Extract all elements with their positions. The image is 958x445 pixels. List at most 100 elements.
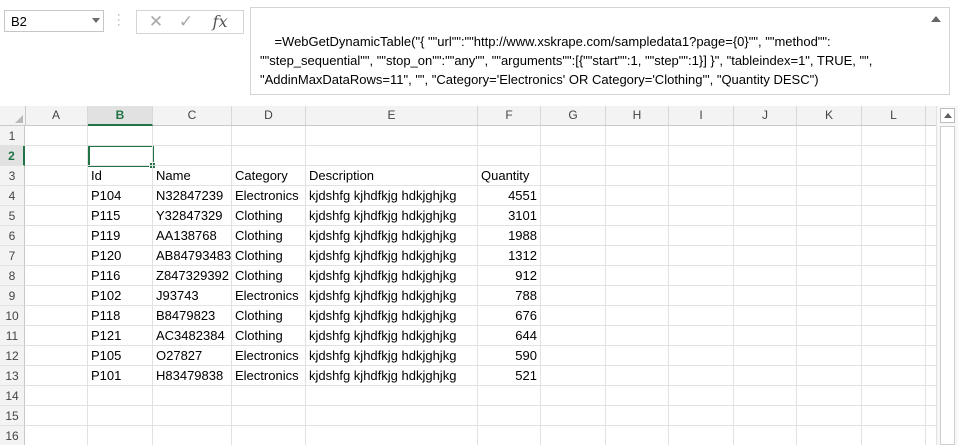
column-header-c[interactable]: C: [153, 106, 232, 125]
row-header-9[interactable]: 9: [0, 286, 25, 306]
column-header-d[interactable]: D: [232, 106, 306, 125]
cell-quantity[interactable]: 521: [478, 366, 540, 386]
cell-name[interactable]: AC3482384: [153, 326, 231, 346]
row-header-1[interactable]: 1: [0, 126, 25, 146]
row-header-16[interactable]: 16: [0, 426, 25, 445]
cell-id[interactable]: P120: [88, 246, 152, 266]
row-header-15[interactable]: 15: [0, 406, 25, 426]
grip-dots-icon[interactable]: · · ·: [117, 10, 121, 31]
column-header-g[interactable]: G: [541, 106, 606, 125]
cancel-x-icon[interactable]: ✕: [141, 12, 171, 32]
column-header-f[interactable]: F: [478, 106, 541, 125]
cell-category[interactable]: Electronics: [232, 366, 305, 386]
cell-description[interactable]: kjdshfg kjhdfkjg hdkjghjkg: [306, 286, 477, 306]
cell-id[interactable]: P104: [88, 186, 152, 206]
cell-description[interactable]: kjdshfg kjhdfkjg hdkjghjkg: [306, 186, 477, 206]
cell-name[interactable]: H83479838: [153, 366, 231, 386]
cell-id[interactable]: P121: [88, 326, 152, 346]
chevron-down-icon[interactable]: [92, 18, 100, 23]
select-all-button[interactable]: [0, 106, 26, 125]
cell-category[interactable]: Electronics: [232, 346, 305, 366]
column-header-l[interactable]: L: [862, 106, 926, 125]
row-header-4[interactable]: 4: [0, 186, 25, 206]
cell-name[interactable]: O27827: [153, 346, 231, 366]
cell-name[interactable]: AA138768: [153, 226, 231, 246]
cell-name[interactable]: B8479823: [153, 306, 231, 326]
cell-id[interactable]: P102: [88, 286, 152, 306]
enter-check-icon[interactable]: ✓: [171, 12, 201, 32]
column-header-i[interactable]: I: [669, 106, 734, 125]
scrollbar-thumb[interactable]: [940, 126, 955, 445]
column-headers: ABCDEFGHIJKL: [0, 106, 936, 126]
cell-description[interactable]: kjdshfg kjhdfkjg hdkjghjkg: [306, 346, 477, 366]
vertical-scrollbar[interactable]: [936, 106, 958, 445]
collapse-formula-bar-icon[interactable]: [931, 16, 941, 22]
cell-category[interactable]: Clothing: [232, 306, 305, 326]
cell-quantity[interactable]: 788: [478, 286, 540, 306]
cell-category[interactable]: Clothing: [232, 246, 305, 266]
table-header-category[interactable]: Category: [232, 166, 305, 186]
cell-quantity[interactable]: 4551: [478, 186, 540, 206]
formula-input[interactable]: =WebGetDynamicTable("{ ""url"":""http://…: [250, 7, 950, 95]
cell-category[interactable]: Clothing: [232, 326, 305, 346]
cell-id[interactable]: P116: [88, 266, 152, 286]
cell-description[interactable]: kjdshfg kjhdfkjg hdkjghjkg: [306, 266, 477, 286]
cell-category[interactable]: Clothing: [232, 206, 305, 226]
row-header-5[interactable]: 5: [0, 206, 25, 226]
row-header-10[interactable]: 10: [0, 306, 25, 326]
table-header-name[interactable]: Name: [153, 166, 231, 186]
column-header-j[interactable]: J: [734, 106, 797, 125]
gridline-horizontal: [25, 405, 936, 406]
cell-description[interactable]: kjdshfg kjhdfkjg hdkjghjkg: [306, 366, 477, 386]
cell-description[interactable]: kjdshfg kjhdfkjg hdkjghjkg: [306, 306, 477, 326]
cell-quantity[interactable]: 1312: [478, 246, 540, 266]
row-header-7[interactable]: 7: [0, 246, 25, 266]
table-header-description[interactable]: Description: [306, 166, 477, 186]
cell-id[interactable]: P101: [88, 366, 152, 386]
cell-id[interactable]: P115: [88, 206, 152, 226]
name-box[interactable]: B2: [4, 10, 104, 32]
row-header-12[interactable]: 12: [0, 346, 25, 366]
cell-name[interactable]: N32847239: [153, 186, 231, 206]
column-header-h[interactable]: H: [606, 106, 669, 125]
cell-id[interactable]: P105: [88, 346, 152, 366]
active-cell-selection[interactable]: [88, 145, 156, 169]
arrow-up-icon: [944, 113, 952, 118]
cell-quantity[interactable]: 912: [478, 266, 540, 286]
cell-quantity[interactable]: 1988: [478, 226, 540, 246]
cell-description[interactable]: kjdshfg kjhdfkjg hdkjghjkg: [306, 226, 477, 246]
row-header-11[interactable]: 11: [0, 326, 25, 346]
scroll-up-button[interactable]: [940, 108, 955, 123]
table-header-quantity[interactable]: Quantity: [478, 166, 540, 186]
column-header-e[interactable]: E: [306, 106, 478, 125]
column-header-b[interactable]: B: [88, 106, 153, 126]
insert-function-icon[interactable]: fx: [205, 12, 235, 32]
cell-description[interactable]: kjdshfg kjhdfkjg hdkjghjkg: [306, 246, 477, 266]
column-header-a[interactable]: A: [25, 106, 88, 125]
cell-description[interactable]: kjdshfg kjhdfkjg hdkjghjkg: [306, 206, 477, 226]
row-header-13[interactable]: 13: [0, 366, 25, 386]
row-header-8[interactable]: 8: [0, 266, 25, 286]
cell-quantity[interactable]: 644: [478, 326, 540, 346]
row-header-14[interactable]: 14: [0, 386, 25, 406]
cell-category[interactable]: Clothing: [232, 226, 305, 246]
cell-id[interactable]: P118: [88, 306, 152, 326]
worksheet-grid[interactable]: ABCDEFGHIJKL 1 2 3 4 5 6 7 8 9 10 11 12 13 14 15 16 Id Na…: [0, 106, 936, 445]
table-header-id[interactable]: Id: [88, 166, 152, 186]
column-header-k[interactable]: K: [797, 106, 862, 125]
cell-id[interactable]: P119: [88, 226, 152, 246]
row-header-3[interactable]: 3: [0, 166, 25, 186]
row-header-6[interactable]: 6: [0, 226, 25, 246]
cell-quantity[interactable]: 590: [478, 346, 540, 366]
row-header-2[interactable]: 2: [0, 146, 25, 166]
cell-name[interactable]: AB84793483: [153, 246, 231, 266]
cell-name[interactable]: Y32847329: [153, 206, 231, 226]
cell-quantity[interactable]: 676: [478, 306, 540, 326]
cell-name[interactable]: J93743: [153, 286, 231, 306]
cell-category[interactable]: Electronics: [232, 186, 305, 206]
cell-quantity[interactable]: 3101: [478, 206, 540, 226]
cell-name[interactable]: Z847329392: [153, 266, 231, 286]
cell-category[interactable]: Clothing: [232, 266, 305, 286]
cell-category[interactable]: Electronics: [232, 286, 305, 306]
cell-description[interactable]: kjdshfg kjhdfkjg hdkjghjkg: [306, 326, 477, 346]
